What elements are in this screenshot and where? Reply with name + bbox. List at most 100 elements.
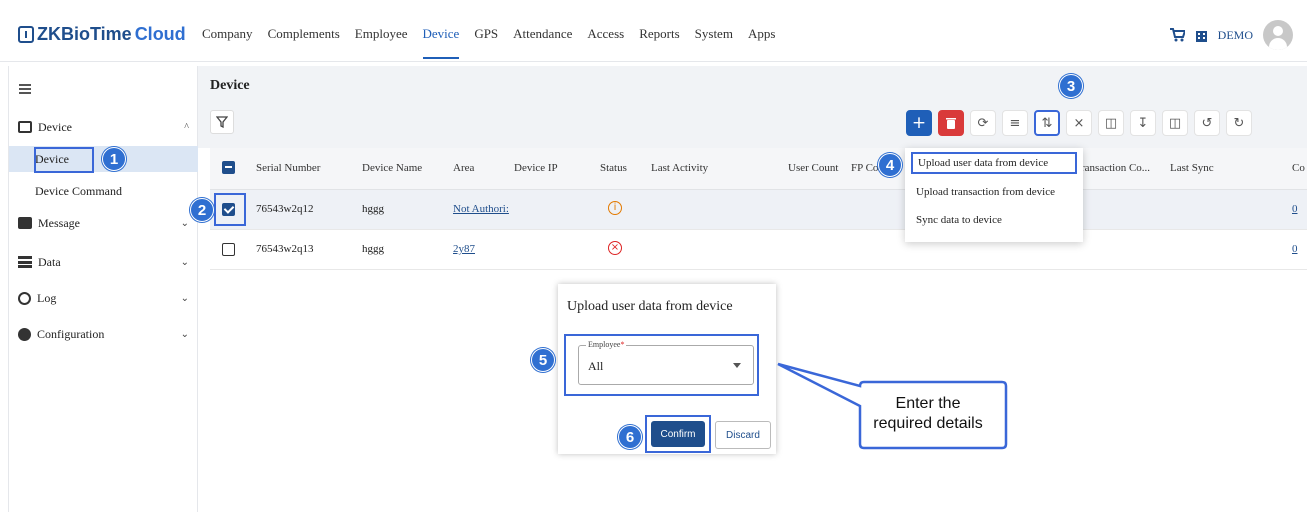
chevron-down-icon: ⌄ bbox=[180, 328, 189, 340]
chevron-up-icon: ^ bbox=[184, 121, 189, 133]
required-marker: * bbox=[620, 340, 625, 349]
callout-line-2: required details bbox=[873, 415, 983, 432]
step-marker-5: 5 bbox=[531, 348, 555, 372]
step-marker-4: 4 bbox=[878, 153, 902, 177]
data-icon bbox=[18, 256, 32, 268]
column-header[interactable]: Status bbox=[600, 162, 627, 174]
step-marker-3: 3 bbox=[1059, 74, 1083, 98]
confirm-button[interactable]: Confirm bbox=[651, 421, 705, 447]
account-area: DEMO bbox=[1169, 20, 1293, 50]
column-header[interactable]: FP Co bbox=[851, 162, 878, 174]
nav-company[interactable]: Company bbox=[202, 26, 253, 59]
sidebar-group-configuration[interactable]: Configuration ⌄ bbox=[9, 317, 199, 351]
confirm-highlight: Confirm bbox=[645, 415, 711, 453]
step-marker-6: 6 bbox=[618, 425, 642, 449]
dialog-title: Upload user data from device bbox=[567, 299, 733, 314]
menu-sync-data[interactable]: Sync data to device bbox=[911, 209, 1002, 231]
cell-count-link[interactable]: 0 bbox=[1292, 243, 1298, 255]
brand-name-accent: Cloud bbox=[134, 24, 186, 44]
nav-system[interactable]: System bbox=[695, 26, 733, 59]
cell-device-name: hggg bbox=[362, 243, 384, 255]
add-device-button[interactable]: ⟳ bbox=[970, 110, 996, 136]
nav-employee[interactable]: Employee bbox=[355, 26, 408, 59]
column-header[interactable]: Co bbox=[1292, 162, 1305, 174]
chevron-down-icon: ⌄ bbox=[180, 256, 189, 268]
add-button[interactable]: + bbox=[906, 110, 932, 136]
column-header[interactable]: Device IP bbox=[514, 162, 558, 174]
nav-gps[interactable]: GPS bbox=[474, 26, 498, 59]
column-header[interactable]: Last Sync bbox=[1170, 162, 1214, 174]
callout-line-1: Enter the bbox=[895, 395, 961, 412]
brand-logo[interactable]: ZKBioTime Cloud bbox=[18, 24, 186, 45]
page-title: Device bbox=[210, 78, 250, 93]
filter-button[interactable] bbox=[210, 110, 234, 134]
nav-attendance[interactable]: Attendance bbox=[513, 26, 572, 59]
cell-serial: 76543w2q12 bbox=[256, 203, 314, 215]
column-header[interactable]: Serial Number bbox=[256, 162, 320, 174]
page-header: Device + ⟳ ≡ ⇅ × ◫ ↧ ◫ ↺ ↻ bbox=[198, 66, 1307, 148]
history-icon: ↺ bbox=[1201, 115, 1213, 131]
nav-apps[interactable]: Apps bbox=[748, 26, 775, 59]
device-icon bbox=[18, 121, 32, 133]
field-label-text: Employee bbox=[588, 340, 621, 349]
history-button[interactable]: ↺ bbox=[1194, 110, 1220, 136]
cell-area-link[interactable]: Not Authori: bbox=[453, 203, 509, 215]
warning-status-icon: i bbox=[608, 201, 622, 215]
sidebar-group-label: Device bbox=[38, 119, 72, 134]
plus-icon: + bbox=[911, 113, 927, 133]
columns-button[interactable]: ◫ bbox=[1162, 110, 1188, 136]
sidebar-group-label: Log bbox=[37, 290, 57, 305]
nav-complements[interactable]: Complements bbox=[268, 26, 340, 59]
table-row[interactable]: 76543w2q13 hggg 2y87 × 0 bbox=[210, 230, 1307, 270]
clear-button[interactable]: × bbox=[1066, 110, 1092, 136]
cell-area-link[interactable]: 2y87 bbox=[453, 243, 475, 255]
sidebar-item-device-command[interactable]: Device Command bbox=[9, 178, 199, 204]
sidebar-group-message[interactable]: Message ⌄ bbox=[9, 206, 199, 240]
delete-button[interactable] bbox=[938, 110, 964, 136]
brand-name-main: ZKBioTime bbox=[37, 24, 132, 44]
row-checkbox[interactable] bbox=[222, 243, 235, 256]
nav-device[interactable]: Device bbox=[422, 26, 460, 59]
message-icon bbox=[18, 217, 32, 229]
list-button[interactable]: ≡ bbox=[1002, 110, 1028, 136]
cell-count-link[interactable]: 0 bbox=[1292, 203, 1298, 215]
upload-user-icon: ⇅ bbox=[1041, 115, 1053, 131]
avatar[interactable] bbox=[1263, 20, 1293, 50]
sidebar-group-label: Message bbox=[38, 215, 80, 230]
employee-select[interactable]: Employee* All bbox=[578, 340, 754, 385]
device-settings-icon: ◫ bbox=[1104, 115, 1118, 131]
discard-button[interactable]: Discard bbox=[715, 421, 771, 449]
select-all-checkbox[interactable] bbox=[222, 161, 235, 174]
sidebar-group-device[interactable]: Device ^ bbox=[9, 110, 199, 144]
menu-upload-user-data[interactable]: Upload user data from device bbox=[911, 152, 1077, 174]
sidebar-item-label: Device Command bbox=[35, 183, 122, 198]
chevron-down-icon: ⌄ bbox=[180, 292, 189, 304]
data-transfer-button[interactable]: ⇅ bbox=[1034, 110, 1060, 136]
device-settings-button[interactable]: ◫ bbox=[1098, 110, 1124, 136]
column-header[interactable]: Area bbox=[453, 162, 474, 174]
cart-icon[interactable] bbox=[1169, 28, 1185, 42]
company-building-icon[interactable] bbox=[1195, 29, 1208, 42]
account-name[interactable]: DEMO bbox=[1218, 28, 1253, 43]
column-header[interactable]: Last Activity bbox=[651, 162, 708, 174]
download-icon: ↧ bbox=[1137, 115, 1149, 131]
highlight-row-checkbox bbox=[214, 193, 246, 226]
menu-upload-transaction[interactable]: Upload transaction from device bbox=[911, 181, 1055, 203]
sidebar-group-label: Data bbox=[38, 254, 61, 269]
cell-device-name: hggg bbox=[362, 203, 384, 215]
refresh-button[interactable]: ↻ bbox=[1226, 110, 1252, 136]
data-transfer-menu: Upload user data from device Upload tran… bbox=[905, 148, 1083, 242]
sidebar-group-log[interactable]: Log ⌄ bbox=[9, 281, 199, 315]
collapse-menu-icon[interactable] bbox=[19, 84, 31, 94]
toolbar: + ⟳ ≡ ⇅ × ◫ ↧ ◫ ↺ ↻ bbox=[906, 110, 1252, 136]
column-header[interactable]: User Count bbox=[788, 162, 838, 174]
table-row[interactable]: 76543w2q12 hggg Not Authori: i 0 bbox=[210, 190, 1307, 230]
nav-reports[interactable]: Reports bbox=[639, 26, 679, 59]
callout-text: Enter the required details bbox=[848, 386, 1008, 446]
download-button[interactable]: ↧ bbox=[1130, 110, 1156, 136]
sidebar-group-data[interactable]: Data ⌄ bbox=[9, 245, 199, 279]
field-label: Employee* bbox=[586, 340, 627, 349]
column-header[interactable]: ransaction Co... bbox=[1081, 162, 1150, 174]
column-header[interactable]: Device Name bbox=[362, 162, 422, 174]
nav-access[interactable]: Access bbox=[587, 26, 624, 59]
